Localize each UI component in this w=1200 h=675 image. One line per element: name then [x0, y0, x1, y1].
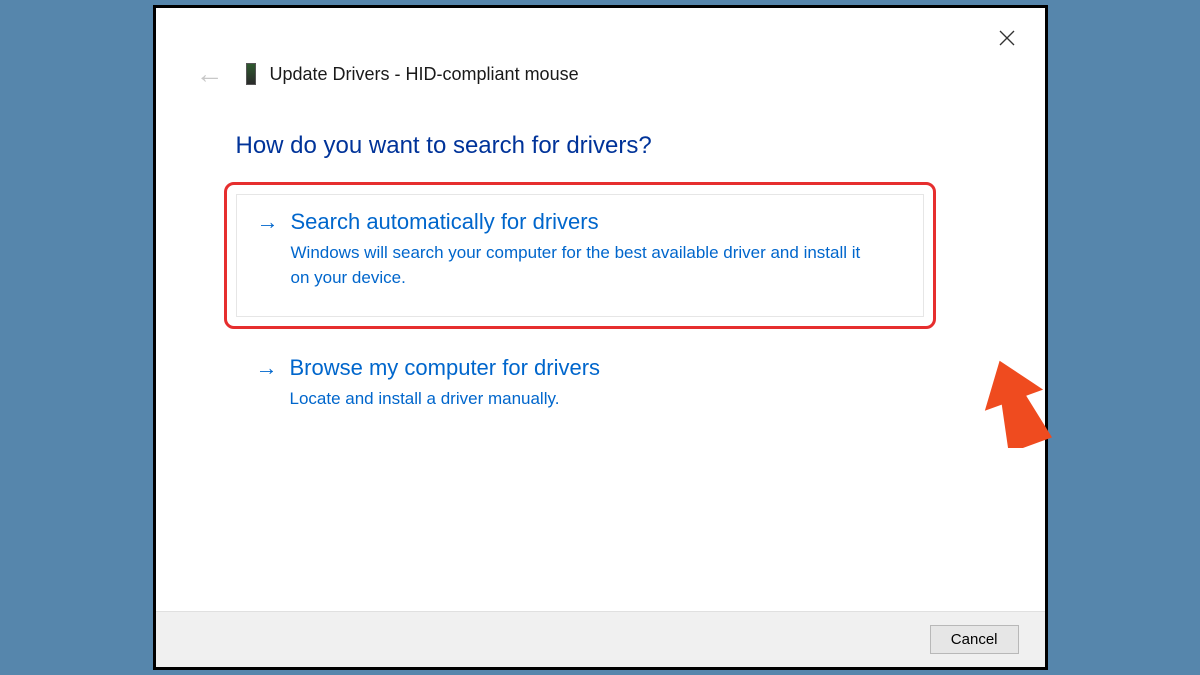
option-description: Windows will search your computer for th…	[291, 241, 881, 290]
arrow-right-icon: →	[257, 209, 279, 235]
option-description: Locate and install a driver manually.	[290, 387, 880, 412]
dialog-footer: Cancel	[156, 611, 1045, 667]
close-button[interactable]	[991, 22, 1023, 54]
prompt-heading: How do you want to search for drivers?	[236, 132, 1045, 160]
dialog-content: How do you want to search for drivers? →…	[156, 88, 1045, 611]
cancel-button[interactable]: Cancel	[930, 625, 1019, 654]
arrow-right-icon: →	[256, 355, 278, 381]
option-title: Browse my computer for drivers	[290, 355, 601, 381]
back-arrow-icon: ←	[196, 60, 224, 88]
window-title: Update Drivers - HID-compliant mouse	[270, 64, 579, 85]
option-browse-computer[interactable]: → Browse my computer for drivers Locate …	[236, 341, 924, 438]
dialog-header: ← Update Drivers - HID-compliant mouse	[156, 8, 1045, 88]
device-icon	[246, 63, 256, 85]
option-title: Search automatically for drivers	[291, 209, 599, 235]
close-icon	[999, 30, 1015, 46]
option-search-automatically[interactable]: → Search automatically for drivers Windo…	[236, 194, 924, 317]
option-search-auto-wrap: → Search automatically for drivers Windo…	[236, 194, 924, 317]
annotation-pointer-arrow-icon	[976, 358, 1054, 448]
update-drivers-dialog: ← Update Drivers - HID-compliant mouse H…	[153, 5, 1048, 670]
